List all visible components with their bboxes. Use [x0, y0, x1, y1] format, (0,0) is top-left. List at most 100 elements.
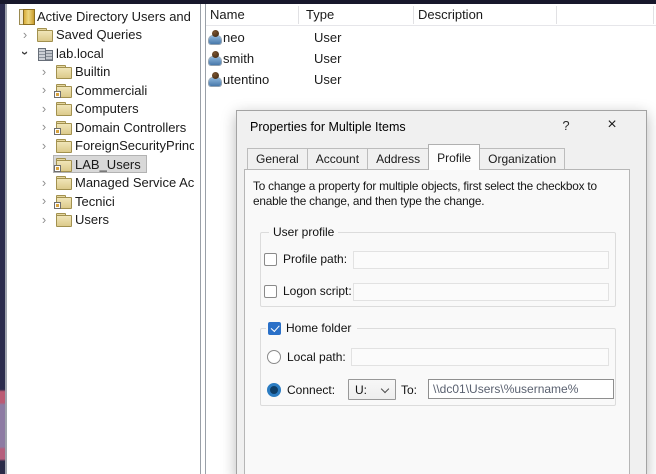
tab-address[interactable]: Address	[367, 148, 429, 169]
selected-tree-item[interactable]: LAB_Users	[53, 155, 147, 173]
tree-item-tecnici[interactable]: Tecnici	[7, 192, 200, 211]
column-header-description[interactable]: Description	[418, 7, 483, 22]
tree-item-domain-controllers[interactable]: Domain Controllers	[7, 118, 200, 137]
tree-item-lab-local[interactable]: lab.local	[7, 44, 200, 63]
profile-path-input[interactable]	[353, 251, 609, 269]
tree-item-label: lab.local	[56, 46, 104, 61]
expand-chevron-icon[interactable]	[35, 81, 53, 99]
connect-row: Connect:	[267, 383, 335, 397]
folder-icon	[36, 27, 52, 42]
tree-item-builtin[interactable]: Builtin	[7, 63, 200, 82]
local-path-input[interactable]	[351, 348, 609, 366]
local-path-radio[interactable]	[267, 350, 281, 364]
list-row-smith[interactable]: smith User	[206, 48, 656, 69]
column-header-type[interactable]: Type	[306, 7, 334, 22]
domain-icon	[36, 46, 52, 61]
ou-folder-icon	[55, 120, 71, 135]
column-separator[interactable]	[298, 6, 299, 24]
tab-organization[interactable]: Organization	[479, 148, 565, 169]
expand-chevron-icon[interactable]	[35, 63, 53, 81]
tree-item-label: Managed Service Accounts	[75, 175, 194, 190]
home-folder-checkbox[interactable]	[268, 322, 281, 335]
user-icon	[208, 72, 223, 87]
cell-type: User	[314, 72, 341, 87]
tree-item-commerciali[interactable]: Commerciali	[7, 81, 200, 100]
folder-icon	[55, 138, 71, 153]
column-header-name[interactable]: Name	[210, 7, 245, 22]
console-tree: Active Directory Users and Computers Sav…	[7, 4, 200, 229]
tree-item-label: LAB_Users	[75, 157, 141, 172]
tree-item-label: Tecnici	[75, 194, 115, 209]
expand-chevron-icon[interactable]	[35, 211, 53, 229]
logon-script-input[interactable]	[353, 283, 609, 301]
console-tree-pane: Active Directory Users and Computers Sav…	[7, 4, 200, 474]
user-icon	[208, 51, 223, 66]
expand-chevron-icon[interactable]	[35, 100, 53, 118]
tree-item-saved-queries[interactable]: Saved Queries	[7, 26, 200, 45]
home-folder-legend: Home folder	[266, 321, 357, 335]
profile-path-label: Profile path:	[283, 252, 347, 266]
tree-item-foreign-security-principals[interactable]: ForeignSecurityPrincipals	[7, 137, 200, 156]
ou-folder-icon	[55, 194, 71, 209]
tree-item-computers[interactable]: Computers	[7, 100, 200, 119]
tree-item-label: Commerciali	[75, 83, 147, 98]
tab-account[interactable]: Account	[307, 148, 368, 169]
column-separator[interactable]	[556, 6, 557, 24]
folder-icon	[55, 175, 71, 190]
profile-path-row: Profile path:	[264, 252, 347, 266]
profile-tab-page: To change a property for multiple object…	[244, 169, 630, 474]
folder-icon	[55, 101, 71, 116]
drive-letter-select[interactable]: U:	[348, 379, 396, 400]
local-path-label: Local path:	[287, 350, 346, 364]
profile-path-checkbox[interactable]	[264, 253, 277, 266]
tree-item-users[interactable]: Users	[7, 211, 200, 230]
local-path-row: Local path:	[267, 350, 346, 364]
tab-profile[interactable]: Profile	[428, 144, 480, 170]
close-button[interactable]: ×	[597, 116, 627, 138]
ou-folder-icon	[55, 157, 71, 172]
dialog-title: Properties for Multiple Items	[250, 120, 406, 134]
groupbox-legend: User profile	[269, 225, 338, 239]
tab-strip: General Account Address Profile Organiza…	[247, 144, 565, 170]
instruction-text: To change a property for multiple object…	[253, 179, 629, 209]
expand-chevron-icon[interactable]	[16, 26, 34, 44]
pane-splitter[interactable]	[200, 4, 201, 474]
tree-item-label: Computers	[75, 101, 139, 116]
column-separator[interactable]	[653, 6, 654, 24]
aduc-console-icon	[17, 9, 33, 24]
home-folder-groupbox: Home folder Local path: Connect: U: To:	[260, 328, 616, 406]
cell-type: User	[314, 30, 341, 45]
tree-item-label: Users	[75, 212, 109, 227]
expand-chevron-icon[interactable]	[35, 118, 53, 136]
tree-item-label: Domain Controllers	[75, 120, 186, 135]
list-row-neo[interactable]: neo User	[206, 27, 656, 48]
dialog-titlebar[interactable]: Properties for Multiple Items ? ×	[237, 111, 646, 144]
collapse-chevron-icon[interactable]	[16, 44, 34, 62]
list-row-utentino[interactable]: utentino User	[206, 69, 656, 90]
user-profile-groupbox: User profile Profile path: Logon script:	[260, 232, 616, 307]
connect-radio[interactable]	[267, 383, 281, 397]
ou-folder-icon	[55, 83, 71, 98]
logon-script-row: Logon script:	[264, 284, 352, 298]
user-icon	[208, 30, 223, 45]
home-folder-path-input[interactable]	[428, 379, 614, 399]
home-folder-label: Home folder	[286, 321, 351, 335]
tab-general[interactable]: General	[247, 148, 308, 169]
cell-name: utentino	[223, 72, 269, 87]
tree-item-label: ForeignSecurityPrincipals	[75, 138, 194, 153]
aduc-console-window: Active Directory Users and Computers Sav…	[0, 0, 656, 474]
tree-item-label: Builtin	[75, 64, 110, 79]
cell-name: neo	[223, 30, 245, 45]
tree-item-lab-users[interactable]: LAB_Users	[7, 155, 200, 174]
expand-chevron-icon[interactable]	[35, 192, 53, 210]
drive-letter-value: U:	[355, 383, 367, 397]
column-separator[interactable]	[413, 6, 414, 24]
expand-chevron-icon[interactable]	[35, 137, 53, 155]
tree-item-aduc-root[interactable]: Active Directory Users and Computers	[7, 7, 200, 26]
folder-icon	[55, 64, 71, 79]
logon-script-checkbox[interactable]	[264, 285, 277, 298]
expand-chevron-icon[interactable]	[35, 174, 53, 192]
help-button[interactable]: ?	[553, 118, 579, 138]
properties-dialog: Properties for Multiple Items ? × Genera…	[236, 110, 647, 474]
tree-item-managed-service-accounts[interactable]: Managed Service Accounts	[7, 174, 200, 193]
